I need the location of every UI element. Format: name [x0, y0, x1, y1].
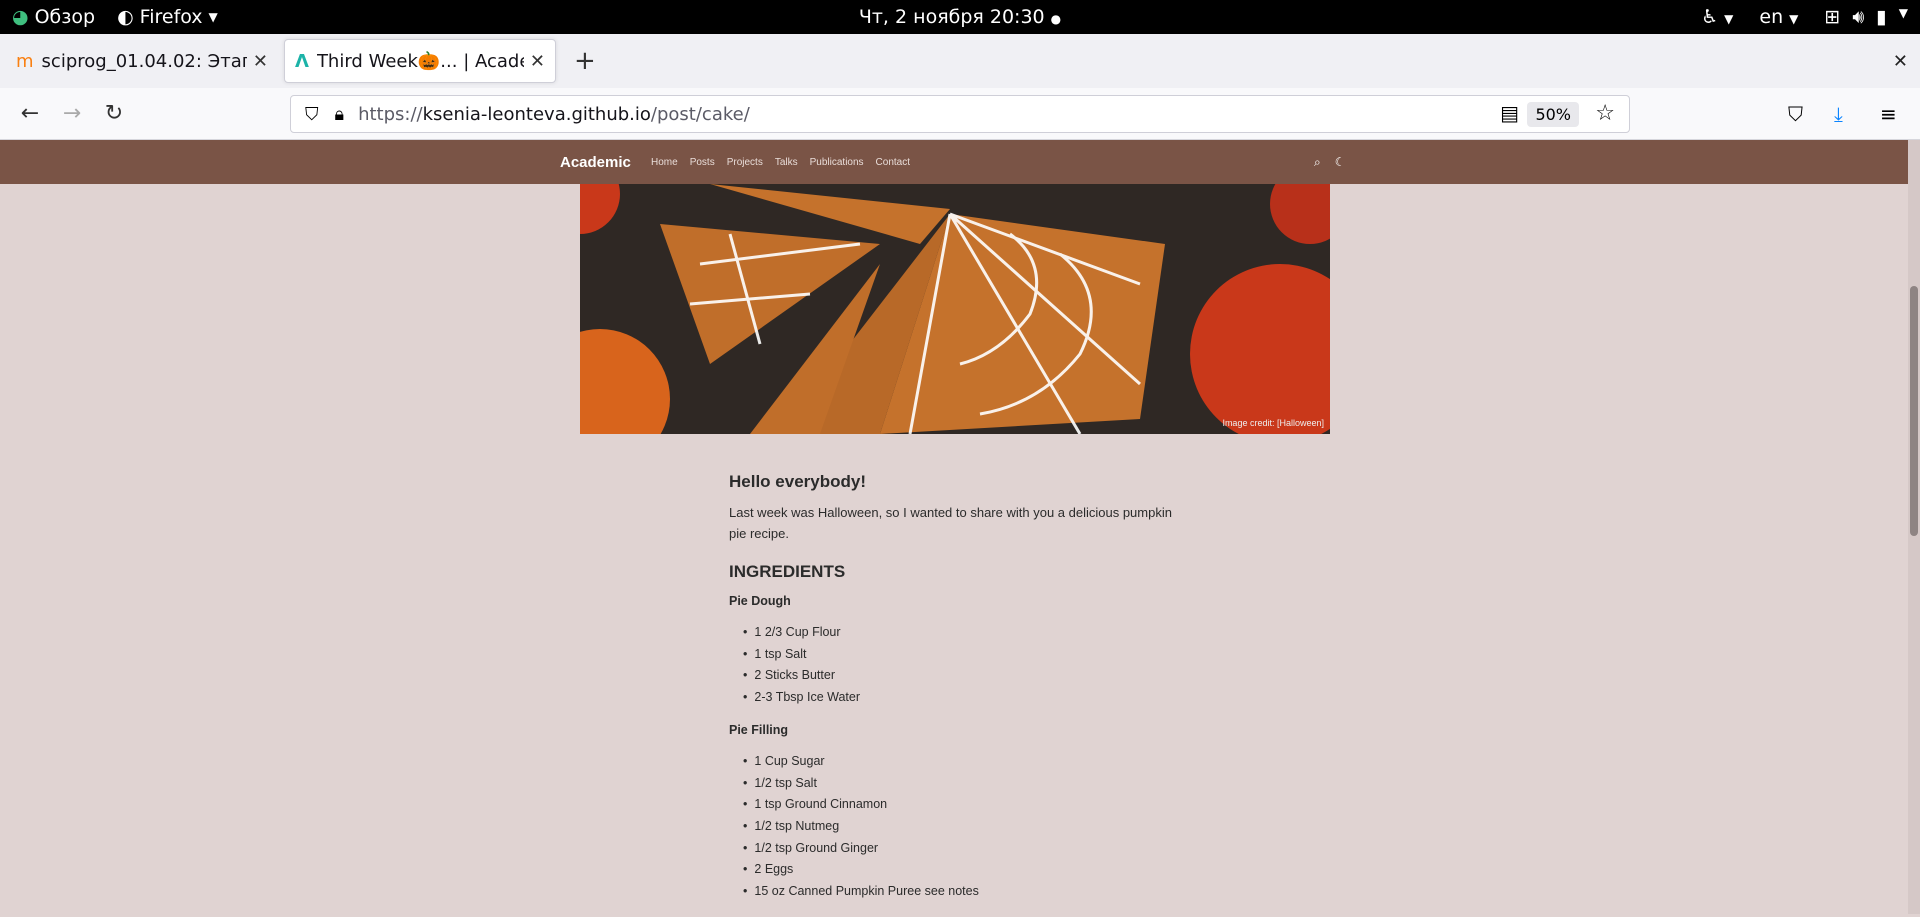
- activities-button[interactable]: ◕ Обзор: [12, 6, 95, 28]
- navigation-toolbar: ← → ↻ ⛉ 🔒︎ https://ksenia-leonteva.githu…: [0, 88, 1920, 140]
- language-label: en: [1759, 6, 1784, 28]
- zoom-indicator[interactable]: 50%: [1527, 102, 1579, 127]
- accessibility-icon[interactable]: ♿ ▼: [1701, 6, 1733, 28]
- close-tab-icon[interactable]: ✕: [530, 51, 545, 72]
- back-button[interactable]: ←: [14, 101, 46, 126]
- pumpkin-pie-image: [580, 184, 1330, 434]
- tab-title: sciprog_01.04.02: Этапы: [41, 50, 247, 72]
- chevron-down-icon: ▼: [1898, 6, 1908, 20]
- site-nav-links: Home Posts Projects Talks Publications C…: [651, 157, 910, 168]
- pie-dough-title: Pie Dough: [729, 594, 791, 608]
- url-prefix: https://: [358, 103, 423, 125]
- shield-icon[interactable]: ⛉: [305, 104, 319, 125]
- clock[interactable]: Чт, 2 ноября 20:30: [859, 6, 1045, 28]
- list-item: 1/2 tsp Salt: [743, 773, 1189, 795]
- image-credit[interactable]: Image credit: [Halloween]: [1222, 418, 1324, 428]
- activities-label: Обзор: [34, 6, 96, 28]
- nav-link-posts[interactable]: Posts: [690, 157, 715, 168]
- list-item: 15 oz Canned Pumpkin Puree see notes: [743, 881, 1189, 903]
- ingredients-heading: INGREDIENTS: [729, 562, 846, 581]
- language-selector[interactable]: en ▼: [1759, 6, 1798, 28]
- tab-title: Third Week🎃... | Academic: [316, 50, 524, 72]
- tab-third-week[interactable]: Λ Third Week🎃... | Academic ✕: [284, 39, 556, 83]
- list-item: 2 Eggs: [743, 859, 1189, 881]
- tab-sciprog[interactable]: m sciprog_01.04.02: Этапы ✕: [6, 39, 278, 83]
- gnome-logo-icon: ◕: [12, 6, 29, 28]
- list-item: 1 tsp Ground Cinnamon: [743, 794, 1189, 816]
- chevron-down-icon: ▼: [208, 10, 218, 24]
- bookmark-star-icon[interactable]: ☆: [1595, 101, 1615, 126]
- list-item: 1 2/3 Cup Flour: [743, 622, 1189, 644]
- url-path: /post/cake/: [650, 103, 750, 125]
- volume-icon: 🔊︎: [1852, 6, 1865, 28]
- forward-button[interactable]: →: [56, 101, 88, 126]
- pie-filling-title: Pie Filling: [729, 722, 789, 737]
- pie-dough-list: 1 2/3 Cup Flour 1 tsp Salt 2 Sticks Butt…: [729, 622, 1189, 709]
- nav-link-talks[interactable]: Talks: [775, 157, 798, 168]
- nav-link-publications[interactable]: Publications: [810, 157, 864, 168]
- list-item: 2-3 Tbsp Ice Water: [743, 687, 1189, 709]
- moodle-favicon-icon: m: [16, 50, 34, 72]
- academic-favicon-icon: Λ: [295, 50, 309, 72]
- close-window-icon[interactable]: ✕: [1893, 51, 1908, 72]
- moon-icon[interactable]: ☾: [1335, 155, 1346, 170]
- downloads-icon[interactable]: ⤓: [1834, 102, 1843, 126]
- article-heading: Hello everybody!: [729, 472, 866, 491]
- scrollbar-thumb[interactable]: [1910, 286, 1918, 536]
- list-item: 1/2 tsp Ground Ginger: [743, 838, 1189, 860]
- site-navbar: Academic Home Posts Projects Talks Publi…: [0, 140, 1908, 184]
- notification-dot-icon: ●: [1050, 12, 1062, 26]
- network-icon: ⊞: [1824, 6, 1841, 28]
- reader-view-icon[interactable]: ▤: [1500, 101, 1519, 125]
- article-body: Hello everybody! Last week was Halloween…: [729, 472, 1189, 917]
- pie-filling-list: 1 Cup Sugar 1/2 tsp Salt 1 tsp Ground Ci…: [729, 751, 1189, 903]
- hero-image: Image credit: [Halloween]: [580, 184, 1330, 434]
- gnome-top-bar: ◕ Обзор ◐ Firefox ▼ Чт, 2 ноября 20:30 ●…: [0, 0, 1920, 34]
- lock-icon[interactable]: 🔒︎: [335, 104, 345, 125]
- system-status-menu[interactable]: ⊞ 🔊︎ ▮ ▼: [1824, 6, 1908, 28]
- app-menu[interactable]: ◐ Firefox ▼: [117, 6, 218, 28]
- list-item: 1 Cup Sugar: [743, 751, 1189, 773]
- close-tab-icon[interactable]: ✕: [253, 51, 268, 72]
- article-intro: Last week was Halloween, so I wanted to …: [729, 505, 1172, 541]
- tab-strip: m sciprog_01.04.02: Этапы ✕ Λ Third Week…: [0, 34, 1920, 88]
- battery-icon: ▮: [1876, 6, 1887, 28]
- pocket-icon[interactable]: ⛉: [1788, 102, 1803, 126]
- url-host: ksenia-leonteva.github.io: [422, 103, 651, 125]
- nav-link-projects[interactable]: Projects: [727, 157, 763, 168]
- nav-link-contact[interactable]: Contact: [876, 157, 910, 168]
- list-item: 1/2 tsp Nutmeg: [743, 816, 1189, 838]
- firefox-small-icon: ◐: [117, 6, 134, 28]
- new-tab-button[interactable]: +: [574, 46, 596, 76]
- list-item: 1 tsp Salt: [743, 644, 1189, 666]
- reload-button[interactable]: ↻: [98, 101, 130, 126]
- list-item: 2 Sticks Butter: [743, 665, 1189, 687]
- url-bar[interactable]: ⛉ 🔒︎ https://ksenia-leonteva.github.io/p…: [290, 95, 1630, 133]
- nav-link-home[interactable]: Home: [651, 157, 678, 168]
- app-menu-label: Firefox: [139, 6, 203, 28]
- menu-icon[interactable]: ≡: [1880, 102, 1897, 126]
- search-icon[interactable]: ⌕: [1314, 155, 1321, 170]
- site-brand[interactable]: Academic: [560, 154, 631, 171]
- page-scrollbar[interactable]: [1908, 140, 1920, 914]
